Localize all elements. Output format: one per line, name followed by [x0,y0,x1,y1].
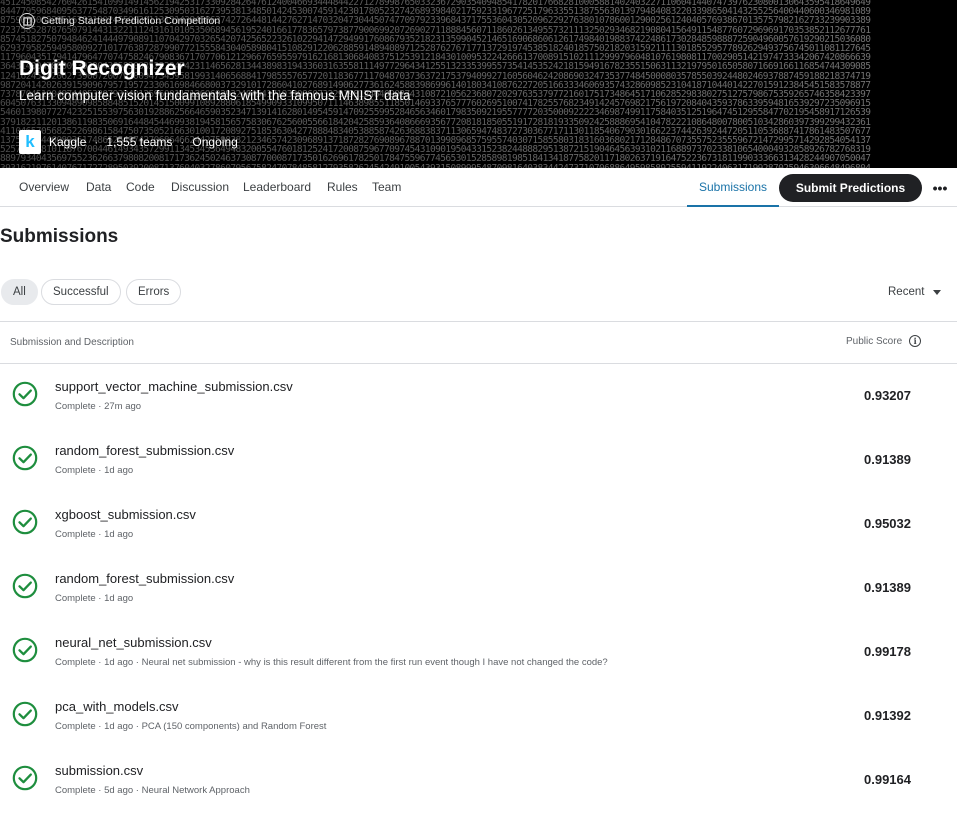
meta-separator: · [94,135,99,149]
public-score: 0.91389 [864,580,911,595]
submission-list: support_vector_machine_submission.csv Co… [0,364,957,812]
competition-title: Digit Recognizer [19,57,185,80]
kaggle-logo-icon[interactable]: k [19,130,41,154]
check-circle-icon [12,637,38,663]
public-score: 0.91392 [864,708,911,723]
tab-code[interactable]: Code [126,168,155,206]
info-icon[interactable]: i [909,335,922,347]
table-header: Submission and Description Public Score … [0,321,957,364]
submission-row[interactable]: submission.csv Complete · 5d ago · Neura… [0,748,957,812]
submission-row[interactable]: xgboost_submission.csv Complete · 1d ago… [0,492,957,556]
public-score: 0.99178 [864,644,911,659]
submission-filename[interactable]: submission.csv [55,763,143,778]
competition-subtitle: Learn computer vision fundamentals with … [19,88,411,103]
public-score: 0.91389 [864,452,911,467]
page-title: Submissions [0,226,119,247]
public-score: 0.93207 [864,388,911,403]
submission-row[interactable]: neural_net_submission.csv Complete · 1d … [0,620,957,684]
check-circle-icon [12,445,38,471]
submission-description: Complete · 1d ago [55,593,134,604]
tab-overview[interactable]: Overview [19,168,69,206]
submission-description: Complete · 27m ago [55,401,142,412]
submission-row[interactable]: pca_with_models.csv Complete · 1d ago · … [0,684,957,748]
tab-leaderboard[interactable]: Leaderboard [243,168,311,206]
team-count: 1,555 teams [106,135,173,149]
meta-separator: · [180,135,185,149]
column-header-score-label: Public Score [846,335,903,347]
submission-filename[interactable]: pca_with_models.csv [55,699,179,714]
check-circle-icon [12,765,38,791]
tab-rules[interactable]: Rules [327,168,358,206]
submission-description: Complete · 5d ago · Neural Network Appro… [55,785,250,796]
competition-meta: k Kaggle · 1,555 teams · Ongoing [19,130,238,154]
host-name[interactable]: Kaggle [49,135,86,149]
column-header-score: Public Score i [846,335,922,347]
submission-filename[interactable]: support_vector_machine_submission.csv [55,379,293,394]
public-score: 0.95032 [864,516,911,531]
submission-row[interactable]: random_forest_submission.csv Complete · … [0,556,957,620]
filter-errors[interactable]: Errors [126,279,182,305]
competition-status: Ongoing [192,135,238,149]
submission-description: Complete · 1d ago [55,529,134,540]
tab-data[interactable]: Data [86,168,111,206]
filter-successful[interactable]: Successful [41,279,121,305]
tab-discussion[interactable]: Discussion [171,168,229,206]
submission-filename[interactable]: random_forest_submission.csv [55,571,234,586]
competition-banner: 4512450854276042615410991491456219425317… [0,0,957,168]
competition-trophy-icon [19,13,35,29]
submission-description: Complete · 1d ago · Neural net submissio… [55,657,608,668]
submission-filename[interactable]: neural_net_submission.csv [55,635,212,650]
competition-type: Getting Started Prediction Competition [19,12,220,30]
submission-filename[interactable]: xgboost_submission.csv [55,507,196,522]
tab-submissions[interactable]: Submissions [687,168,780,207]
more-options-icon[interactable]: ••• [930,178,950,198]
submit-predictions-button[interactable]: Submit Predictions [779,174,922,202]
public-score: 0.99164 [864,772,911,787]
sort-dropdown[interactable]: Recent [888,284,942,300]
submission-row[interactable]: random_forest_submission.csv Complete · … [0,428,957,492]
sort-label: Recent [888,286,925,298]
check-circle-icon [12,573,38,599]
check-circle-icon [12,381,38,407]
tab-team[interactable]: Team [372,168,401,206]
competition-type-label: Getting Started Prediction Competition [41,15,221,27]
submission-description: Complete · 1d ago · PCA (150 components)… [55,721,327,732]
check-circle-icon [12,701,38,727]
submission-row[interactable]: support_vector_machine_submission.csv Co… [0,364,957,428]
column-header-submission: Submission and Description [10,337,134,348]
submission-filename[interactable]: random_forest_submission.csv [55,443,234,458]
filter-all[interactable]: All [1,279,38,305]
check-circle-icon [12,509,38,535]
submission-description: Complete · 1d ago [55,465,134,476]
chevron-down-icon [933,289,942,295]
